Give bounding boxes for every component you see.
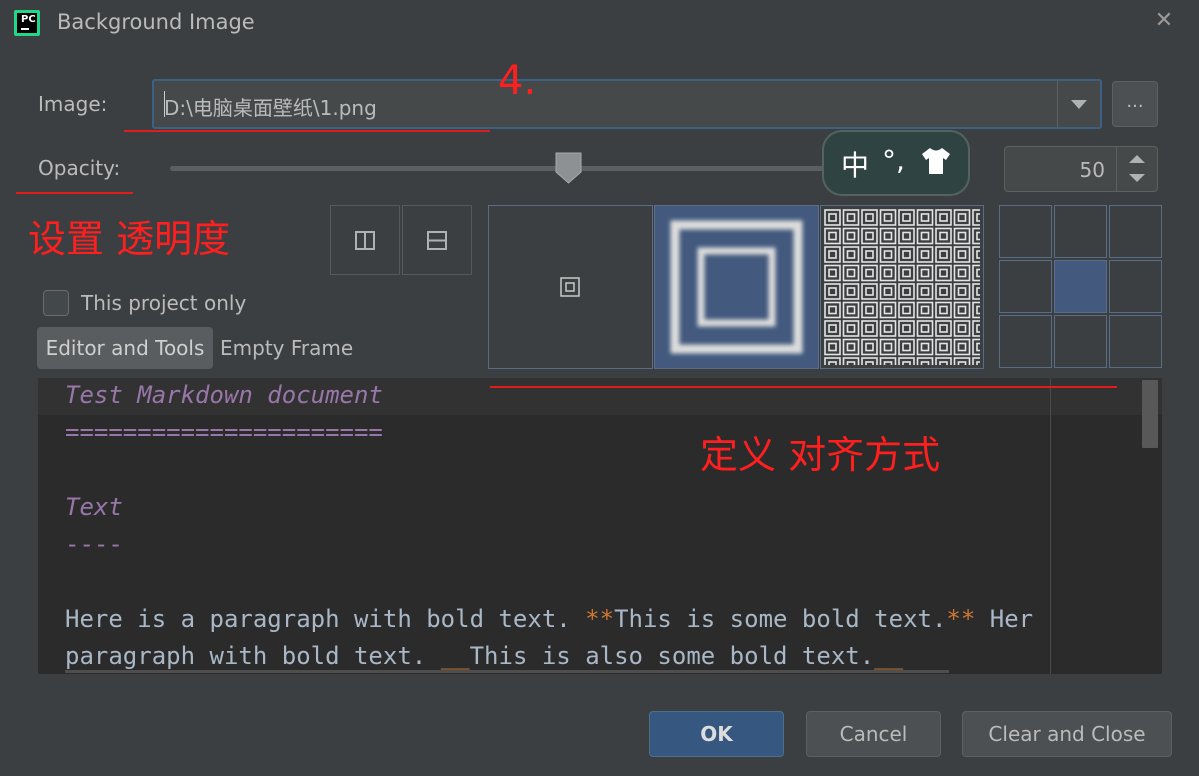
shirt-icon[interactable] (920, 146, 952, 176)
fill-tile-option[interactable] (820, 205, 984, 369)
vertical-scrollbar[interactable] (1142, 380, 1158, 448)
tab-empty-frame[interactable]: Empty Frame (220, 327, 353, 369)
tiled-pattern-icon (824, 209, 980, 365)
annotation-alignment-note: 定义 对齐方式 (700, 433, 941, 477)
fill-plain-option[interactable] (488, 205, 653, 369)
clear-and-close-button[interactable]: Clear and Close (962, 711, 1172, 757)
cancel-button[interactable]: Cancel (806, 711, 941, 757)
scaled-square-icon (670, 220, 803, 354)
anchor-middle-right[interactable] (1109, 260, 1162, 313)
opacity-spinner[interactable]: 50 (1004, 146, 1158, 192)
opacity-value[interactable]: 50 (1080, 158, 1105, 182)
title-bar: PC Background Image ✕ (0, 0, 1199, 48)
opacity-slider-thumb[interactable] (555, 152, 582, 184)
code-line-2: ====================== (65, 418, 383, 446)
horizontal-scrollbar[interactable] (65, 670, 949, 673)
text-caret (164, 91, 165, 117)
anchor-middle-left[interactable] (999, 260, 1052, 313)
ime-mode-char[interactable]: 中 (841, 144, 869, 184)
fill-scale-option[interactable] (654, 205, 819, 369)
anchor-bottom-center[interactable] (1054, 315, 1107, 368)
annotation-underline-alignment (490, 386, 1117, 388)
flip-horizontal-button[interactable] (330, 205, 400, 275)
anchor-center-selected[interactable] (1054, 260, 1107, 313)
code-line-1: Test Markdown document (65, 381, 383, 409)
pycharm-app-icon: PC (14, 10, 40, 36)
code-line-8: paragraph with bold text. __This is also… (65, 642, 904, 670)
ime-toolbar[interactable]: 中 °, (822, 130, 970, 196)
close-icon[interactable]: ✕ (1152, 9, 1176, 33)
ok-button[interactable]: OK (649, 711, 784, 757)
annotation-step: 4. (498, 58, 537, 104)
annotation-opacity-note: 设置 透明度 (28, 217, 231, 261)
browse-button[interactable]: ... (1112, 81, 1158, 127)
code-line-4: Text (65, 493, 123, 521)
code-line-7: Here is a paragraph with bold text. **Th… (65, 605, 1034, 633)
this-project-only-checkbox[interactable] (43, 290, 69, 316)
anchor-top-left[interactable] (999, 205, 1052, 258)
image-path-combo[interactable]: D:\电脑桌面壁纸\1.png (152, 79, 1102, 129)
image-label: Image: (38, 92, 108, 116)
chevron-down-icon (1071, 100, 1087, 109)
annotation-underline-image (124, 130, 490, 132)
combo-dropdown-button[interactable] (1057, 81, 1100, 127)
spinner-down-icon[interactable] (1129, 174, 1145, 182)
center-square-icon (560, 277, 580, 297)
split-horizontal-icon (427, 231, 447, 250)
ime-punct[interactable]: °, (882, 144, 905, 177)
image-path-value[interactable]: D:\电脑桌面壁纸\1.png (164, 92, 377, 121)
editor-preview[interactable]: Test Markdown document =================… (38, 378, 1162, 674)
split-vertical-icon (355, 231, 375, 250)
flip-vertical-button[interactable] (402, 205, 472, 275)
spinner-up-icon[interactable] (1129, 155, 1145, 163)
anchor-top-right[interactable] (1109, 205, 1162, 258)
opacity-slider-track[interactable] (170, 166, 830, 171)
opacity-label: Opacity: (38, 156, 121, 180)
anchor-top-center[interactable] (1054, 205, 1107, 258)
this-project-only-label[interactable]: This project only (81, 291, 246, 315)
code-line-5: ---- (65, 530, 123, 558)
anchor-bottom-right[interactable] (1109, 315, 1162, 368)
right-margin-guide (1050, 378, 1051, 674)
dialog-title: Background Image (57, 10, 255, 34)
anchor-bottom-left[interactable] (999, 315, 1052, 368)
annotation-underline-opacity (16, 192, 133, 194)
tab-editor-and-tools[interactable]: Editor and Tools (37, 327, 213, 369)
